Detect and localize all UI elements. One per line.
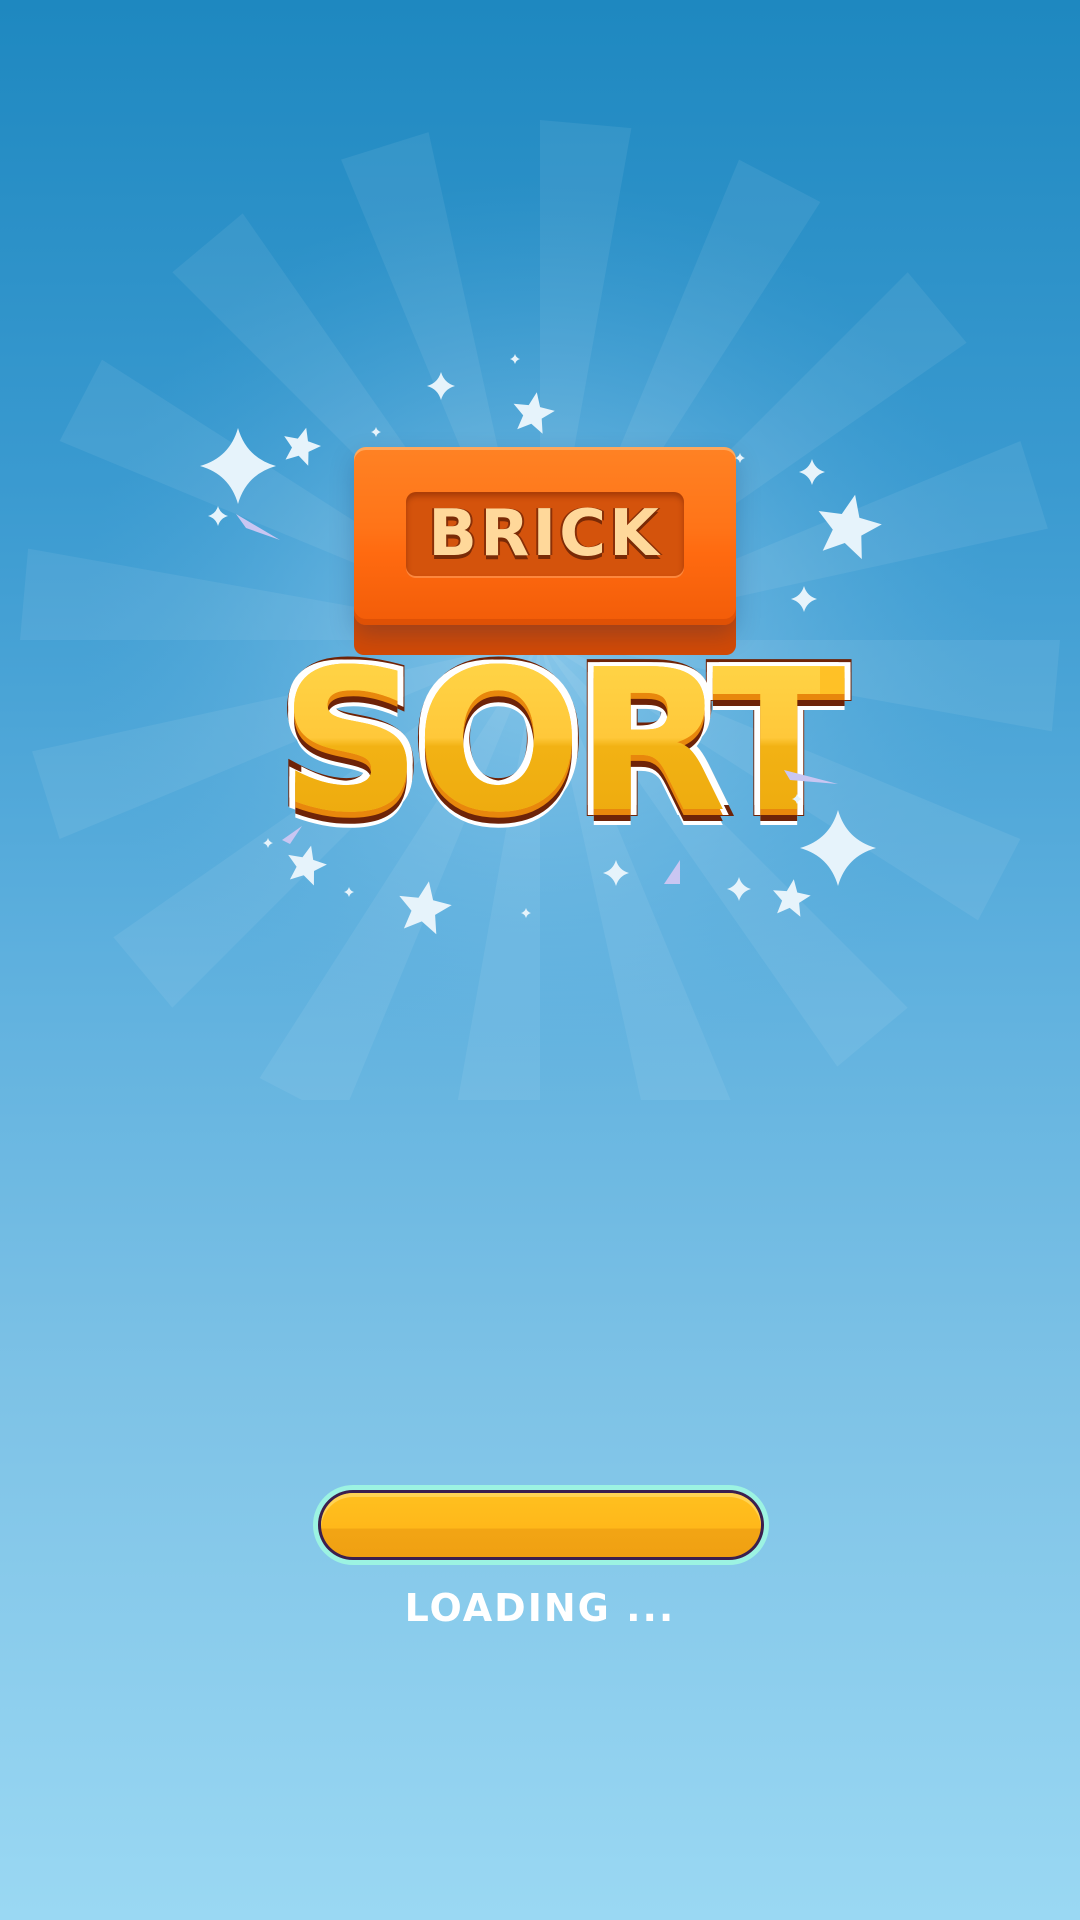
sparkle-star-icon [727, 877, 751, 901]
loading-label: LOADING ... [404, 1586, 676, 1630]
sparkle-star-icon [521, 908, 531, 918]
sparkle-star-icon [513, 392, 555, 434]
sparkle-star-icon [427, 372, 455, 400]
sparkle-star-icon [791, 586, 817, 612]
sparkle-star-icon [773, 879, 811, 917]
sparkle-star-icon [818, 494, 882, 560]
sparkle-star-icon [263, 838, 273, 848]
confetti-shard [282, 826, 302, 844]
confetti-shard [236, 514, 280, 540]
loading-screen: BRICK SORT SORT LOADING ... [0, 0, 1080, 1920]
sparkle-star-icon [510, 354, 520, 364]
loading-progress-track [318, 1490, 764, 1560]
confetti-shard [784, 770, 838, 784]
sparkle-star-icon [371, 427, 381, 437]
sparkle-star-icon [735, 453, 745, 463]
sparkle-star-icon [800, 810, 876, 886]
sparkle-star-icon [208, 506, 228, 526]
sparkle-star-icon [288, 845, 327, 886]
game-logo: BRICK SORT SORT [0, 0, 1080, 1000]
sparkle-star-icon [603, 860, 629, 886]
sparkle-star-icon [344, 887, 354, 897]
sparkle-star-icon [399, 881, 452, 935]
sparkle-star-icon [799, 459, 825, 485]
sparkle-star-icon [200, 428, 276, 504]
loading-progress-bar [313, 1485, 769, 1565]
sparkle-star-icon [792, 794, 802, 804]
loading-progress-fill [321, 1493, 761, 1557]
sparkle-star-icon [284, 427, 321, 466]
sparkle-decorations [200, 354, 882, 935]
confetti-shard [664, 860, 680, 884]
